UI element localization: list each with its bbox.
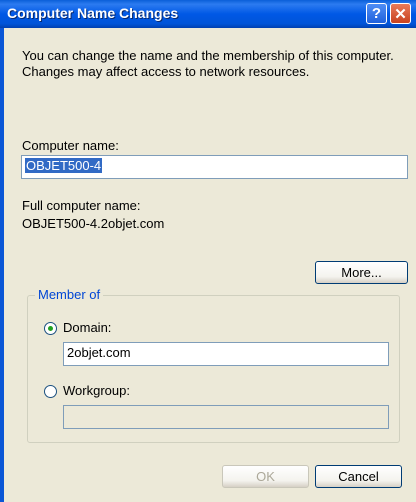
full-name-value: OBJET500-4.2objet.com (22, 216, 165, 231)
domain-input[interactable]: 2objet.com (63, 342, 389, 366)
dialog-window: Computer Name Changes ? ✕ You can change… (0, 0, 416, 502)
domain-value: 2objet.com (67, 345, 131, 360)
ok-button[interactable]: OK (222, 465, 309, 488)
computer-name-value: OBJET500-4 (25, 158, 103, 173)
domain-radio[interactable] (44, 322, 57, 335)
workgroup-radio[interactable] (44, 385, 57, 398)
member-of-legend: Member of (35, 287, 104, 302)
window-title: Computer Name Changes (7, 5, 179, 21)
close-button[interactable]: ✕ (390, 3, 411, 24)
question-mark-icon: ? (371, 5, 382, 22)
intro-text: You can change the name and the membersh… (22, 48, 394, 79)
computer-name-input[interactable]: OBJET500-4 (21, 155, 408, 179)
window-border (0, 28, 4, 502)
computer-name-label: Computer name: (22, 138, 119, 153)
full-name-label: Full computer name: (22, 198, 141, 213)
help-button[interactable]: ? (366, 3, 387, 24)
more-button[interactable]: More... (315, 261, 408, 284)
close-icon: ✕ (394, 5, 407, 23)
cancel-button[interactable]: Cancel (315, 465, 402, 488)
title-bar[interactable]: Computer Name Changes ? ✕ (0, 0, 416, 28)
workgroup-label[interactable]: Workgroup: (63, 383, 130, 398)
domain-label[interactable]: Domain: (63, 320, 111, 335)
workgroup-input[interactable] (63, 405, 389, 429)
